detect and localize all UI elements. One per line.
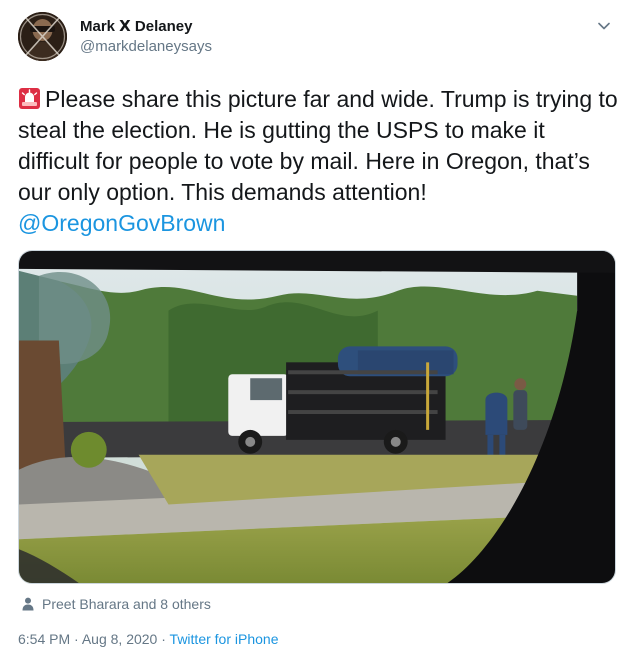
chevron-down-icon [598, 22, 610, 30]
meta-separator: · [74, 631, 79, 647]
more-options-button[interactable] [594, 16, 614, 36]
social-context-text: Preet Bharara and 8 others [42, 596, 211, 612]
tweet-body: Please share this picture far and wide. … [18, 86, 618, 205]
tweet: Mark Ⅹ Delaney @markdelaneysays Please s… [0, 0, 630, 652]
tweet-source-link[interactable]: Twitter for iPhone [170, 631, 279, 647]
tweet-time[interactable]: 6:54 PM [18, 631, 70, 647]
tweet-photo[interactable] [18, 250, 616, 584]
tweet-text: Please share this picture far and wide. … [18, 84, 618, 239]
avatar[interactable] [18, 12, 67, 61]
mention-link[interactable]: @OregonGovBrown [18, 210, 225, 236]
person-icon [22, 597, 34, 611]
photo-image [19, 251, 615, 583]
meta-separator-2: · [161, 631, 166, 647]
tweet-date[interactable]: Aug 8, 2020 [82, 631, 158, 647]
profile-photo [18, 12, 67, 61]
tweet-meta: 6:54 PM · Aug 8, 2020 · Twitter for iPho… [18, 631, 278, 647]
social-context[interactable]: Preet Bharara and 8 others [22, 594, 211, 614]
user-handle[interactable]: @markdelaneysays [80, 38, 212, 55]
rotating-light-icon [19, 88, 40, 109]
display-name[interactable]: Mark Ⅹ Delaney [80, 17, 192, 35]
